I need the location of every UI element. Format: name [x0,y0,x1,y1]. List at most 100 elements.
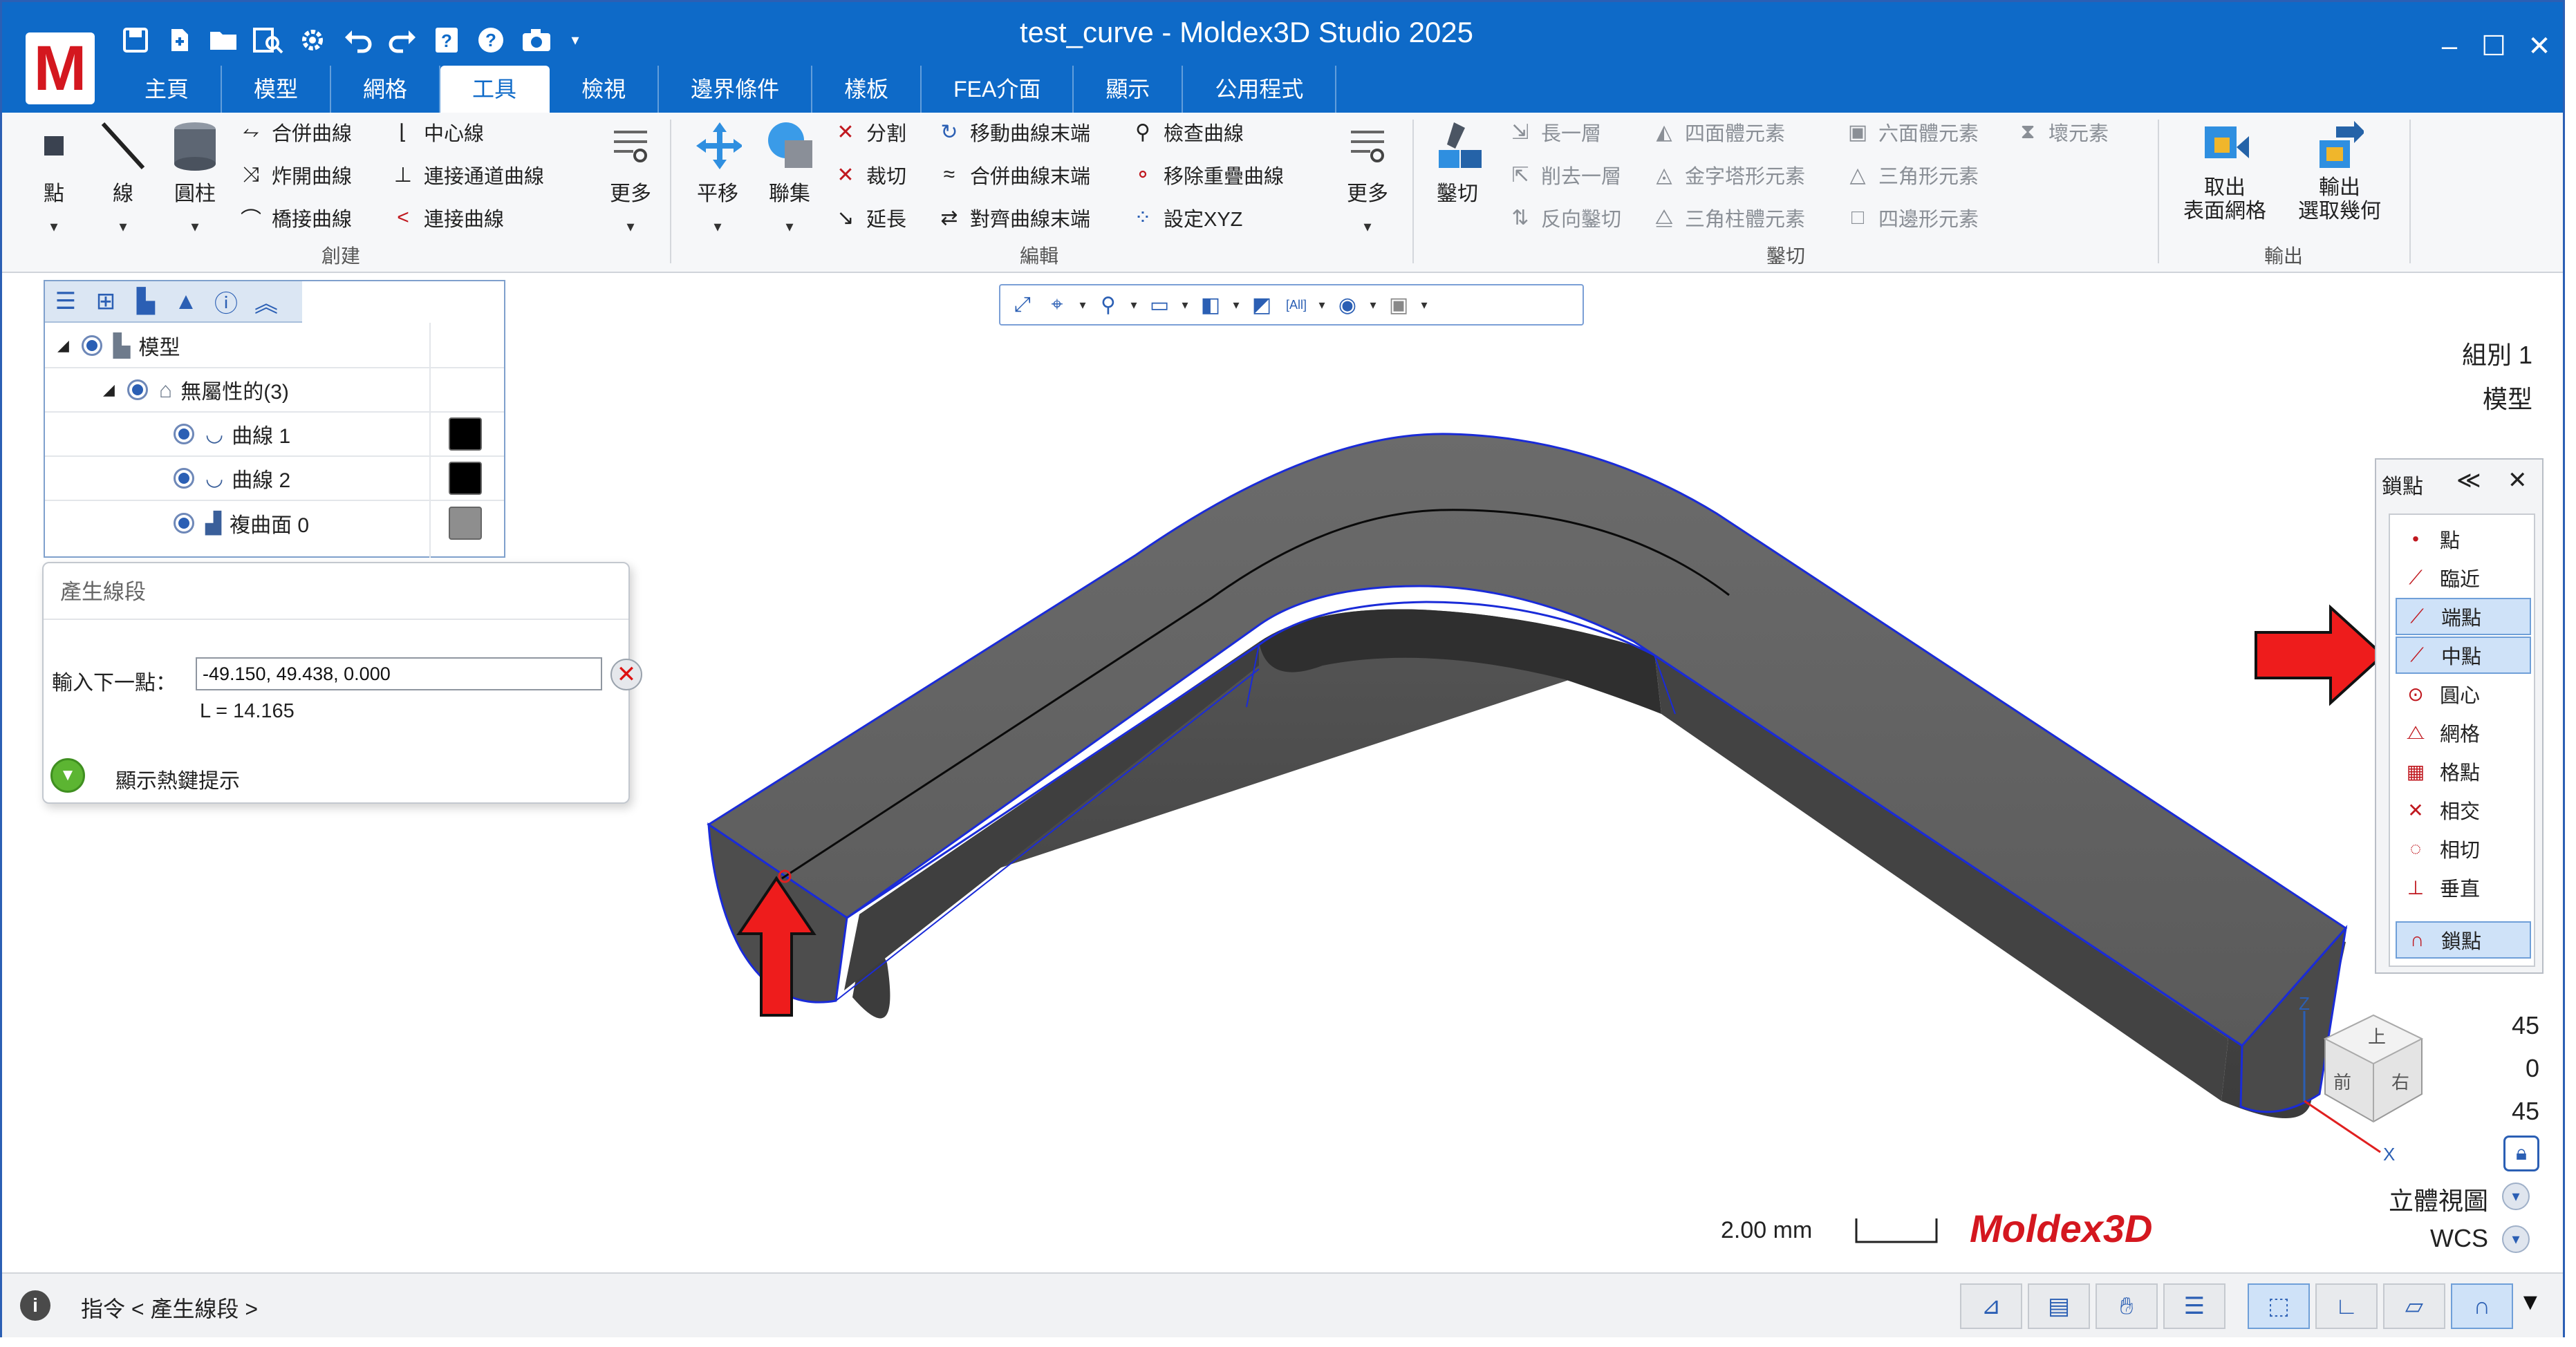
tab-view[interactable]: 檢視 [550,66,660,113]
collapse-icon[interactable]: ︽ [250,285,283,318]
tree-row-no-attribute[interactable]: ◢ ⌂ 無屬性的(3) [45,368,504,413]
extract-surface-mesh-button[interactable]: 取出 表面網格 [2173,120,2277,223]
list-icon[interactable]: ☰ [49,285,82,318]
chevron-down-icon[interactable]: ▾ [2502,1183,2530,1210]
peel-layer-button[interactable]: ⇱ 削去一層 [1506,156,1621,194]
snap-endpoint[interactable]: ⟋ 端點 [2396,598,2531,635]
split-button[interactable]: ✕ 分割 [832,113,906,151]
bad-element-button[interactable]: ⧗ 壞元素 [2014,113,2109,151]
snap-perpendicular[interactable]: ⊥ 垂直 [2396,869,2531,906]
open-icon[interactable] [204,20,244,60]
merge-curve-button[interactable]: ⥊ 合併曲線 [237,113,352,151]
tab-home[interactable]: 主頁 [113,66,223,113]
collapse-icon[interactable]: ≪ [2456,467,2481,494]
snap-center[interactable]: ⊙ 圓心 [2396,675,2531,713]
minimize-button[interactable]: – [2429,26,2470,67]
box-icon[interactable]: ◧ [1195,290,1226,320]
cut-button[interactable]: 鑿切 [1426,120,1488,207]
tab-boundary[interactable]: 邊界條件 [659,66,813,113]
tab-utilities[interactable]: 公用程式 [1183,66,1337,113]
tab-fea[interactable]: FEA介面 [922,66,1074,113]
cone-icon[interactable]: ▲ [169,285,203,318]
tab-model[interactable]: 模型 [222,66,332,113]
tab-template[interactable]: 樣板 [812,66,922,113]
camera-icon[interactable] [516,20,557,60]
gear-icon[interactable] [292,20,333,60]
remove-overlap-curve-button[interactable]: ⚬ 移除重疊曲線 [1129,156,1284,194]
coordinate-system-label[interactable]: WCS [2380,1224,2488,1253]
dropdown-icon[interactable]: ▾ [1367,298,1379,312]
maximize-button[interactable]: ☐ [2473,26,2514,67]
prism-element-button[interactable]: ⧋ 三角柱體元素 [1650,198,1805,237]
color-swatch[interactable] [449,462,482,495]
find-icon[interactable] [248,20,288,60]
all-icon[interactable]: [All] [1281,290,1312,320]
visibility-radio[interactable] [127,379,148,400]
undo-icon[interactable] [338,20,378,60]
eye-icon[interactable]: ◉ [1332,290,1363,320]
snap-near[interactable]: ⟋ 臨近 [2396,559,2531,596]
merge-curve-end-button[interactable]: ≈ 合併曲線末端 [935,156,1090,194]
window-icon[interactable]: ▭ [1144,290,1175,320]
tab-mesh[interactable]: 網格 [331,66,441,113]
align-curve-end-button[interactable]: ⇄ 對齊曲線末端 [935,198,1090,237]
snap-tangent[interactable]: ◌ 相切 [2396,830,2531,867]
cylinder-button[interactable]: 圓柱 ▾ [164,120,226,236]
dropdown-icon[interactable]: ▾ [1418,298,1430,312]
redo-icon[interactable] [382,20,422,60]
center-icon[interactable]: ⌖ [1042,290,1072,320]
view-mode-label[interactable]: 立體視圖 [2311,1181,2488,1217]
connect-curve-button[interactable]: < 連接曲線 [389,198,504,237]
info-icon[interactable]: ⓘ [209,285,243,318]
reverse-cut-button[interactable]: ⇅ 反向鑿切 [1506,198,1621,237]
snap-lock[interactable]: ∩ 鎖點 [2396,921,2531,959]
color-swatch[interactable] [449,417,482,451]
grow-layer-button[interactable]: ⇲ 長一層 [1506,113,1601,151]
close-icon[interactable]: ✕ [2508,467,2528,494]
status-dropdown-icon[interactable]: ▼ [2519,1289,2542,1316]
snap-mesh[interactable]: ⧍ 網格 [2396,714,2531,751]
plane-select-icon[interactable]: ▱ [2383,1283,2445,1329]
connect-channel-curve-button[interactable]: ⊥ 連接通道曲線 [389,156,544,194]
quad-element-button[interactable]: □ 四邊形元素 [1844,198,1979,237]
snap-midpoint[interactable]: ⟋ 中點 [2396,637,2531,674]
translate-button[interactable]: 平移 ▾ [687,120,749,236]
show-hotkey-hint-label[interactable]: 顯示熱鍵提示 [115,764,240,794]
explode-curve-button[interactable]: ⤨ 炸開曲線 [237,156,352,194]
tree-icon[interactable]: ⊞ [89,285,122,318]
tree-row-curve-2[interactable]: ◡ 曲線 2 [45,457,504,501]
expand-hint-icon[interactable]: ▼ [50,758,85,793]
visibility-radio[interactable] [174,468,194,489]
layer-icon[interactable]: ▣ [1383,290,1414,320]
hexa-element-button[interactable]: ▣ 六面體元素 [1844,113,1979,151]
dropdown-icon[interactable]: ▾ [1076,298,1089,312]
hand-icon[interactable]: ✋︎ [2096,1283,2158,1329]
extend-button[interactable]: ↘ 延長 [832,198,906,237]
tetra-element-button[interactable]: ◭ 四面體元素 [1650,113,1785,151]
line-button[interactable]: 線 ▾ [92,120,154,236]
tab-tools[interactable]: 工具 [440,66,550,113]
bridge-curve-button[interactable]: ⌒ 橋接曲線 [237,198,352,237]
quick-access-dropdown[interactable]: ▾ [555,20,595,60]
snap-grid[interactable]: ▦ 格點 [2396,753,2531,790]
chevron-down-icon[interactable]: ▾ [2502,1225,2530,1253]
snap-point[interactable]: • 點 [2396,520,2531,558]
new-icon[interactable] [160,20,200,60]
fit-icon[interactable]: ⤢ [1007,290,1038,320]
export-selected-geometry-button[interactable]: 輸出 選取幾何 [2288,120,2391,223]
app-logo[interactable]: M [26,32,95,104]
tree-row-surface-0[interactable]: ▟ 複曲面 0 [45,501,504,545]
help-icon[interactable]: ? [471,20,511,60]
tab-display[interactable]: 顯示 [1074,66,1184,113]
clear-input-button[interactable]: ✕ [610,659,642,690]
save-icon[interactable] [115,20,156,60]
expand-icon[interactable]: ◢ [103,381,115,399]
snap-magnet-icon[interactable]: ∩ [2451,1283,2513,1329]
edit-more-button[interactable]: 更多 ▾ [1336,120,1399,236]
point-button[interactable]: 點 ▾ [23,120,85,236]
color-swatch[interactable] [449,507,482,540]
pyramid-element-button[interactable]: ◬ 金字塔形元素 [1650,156,1805,194]
trim-button[interactable]: ✕ 裁切 [832,156,906,194]
view-cube[interactable]: Z X 上 前 右 [2284,997,2436,1163]
dropdown-icon[interactable]: ▾ [1316,298,1328,312]
